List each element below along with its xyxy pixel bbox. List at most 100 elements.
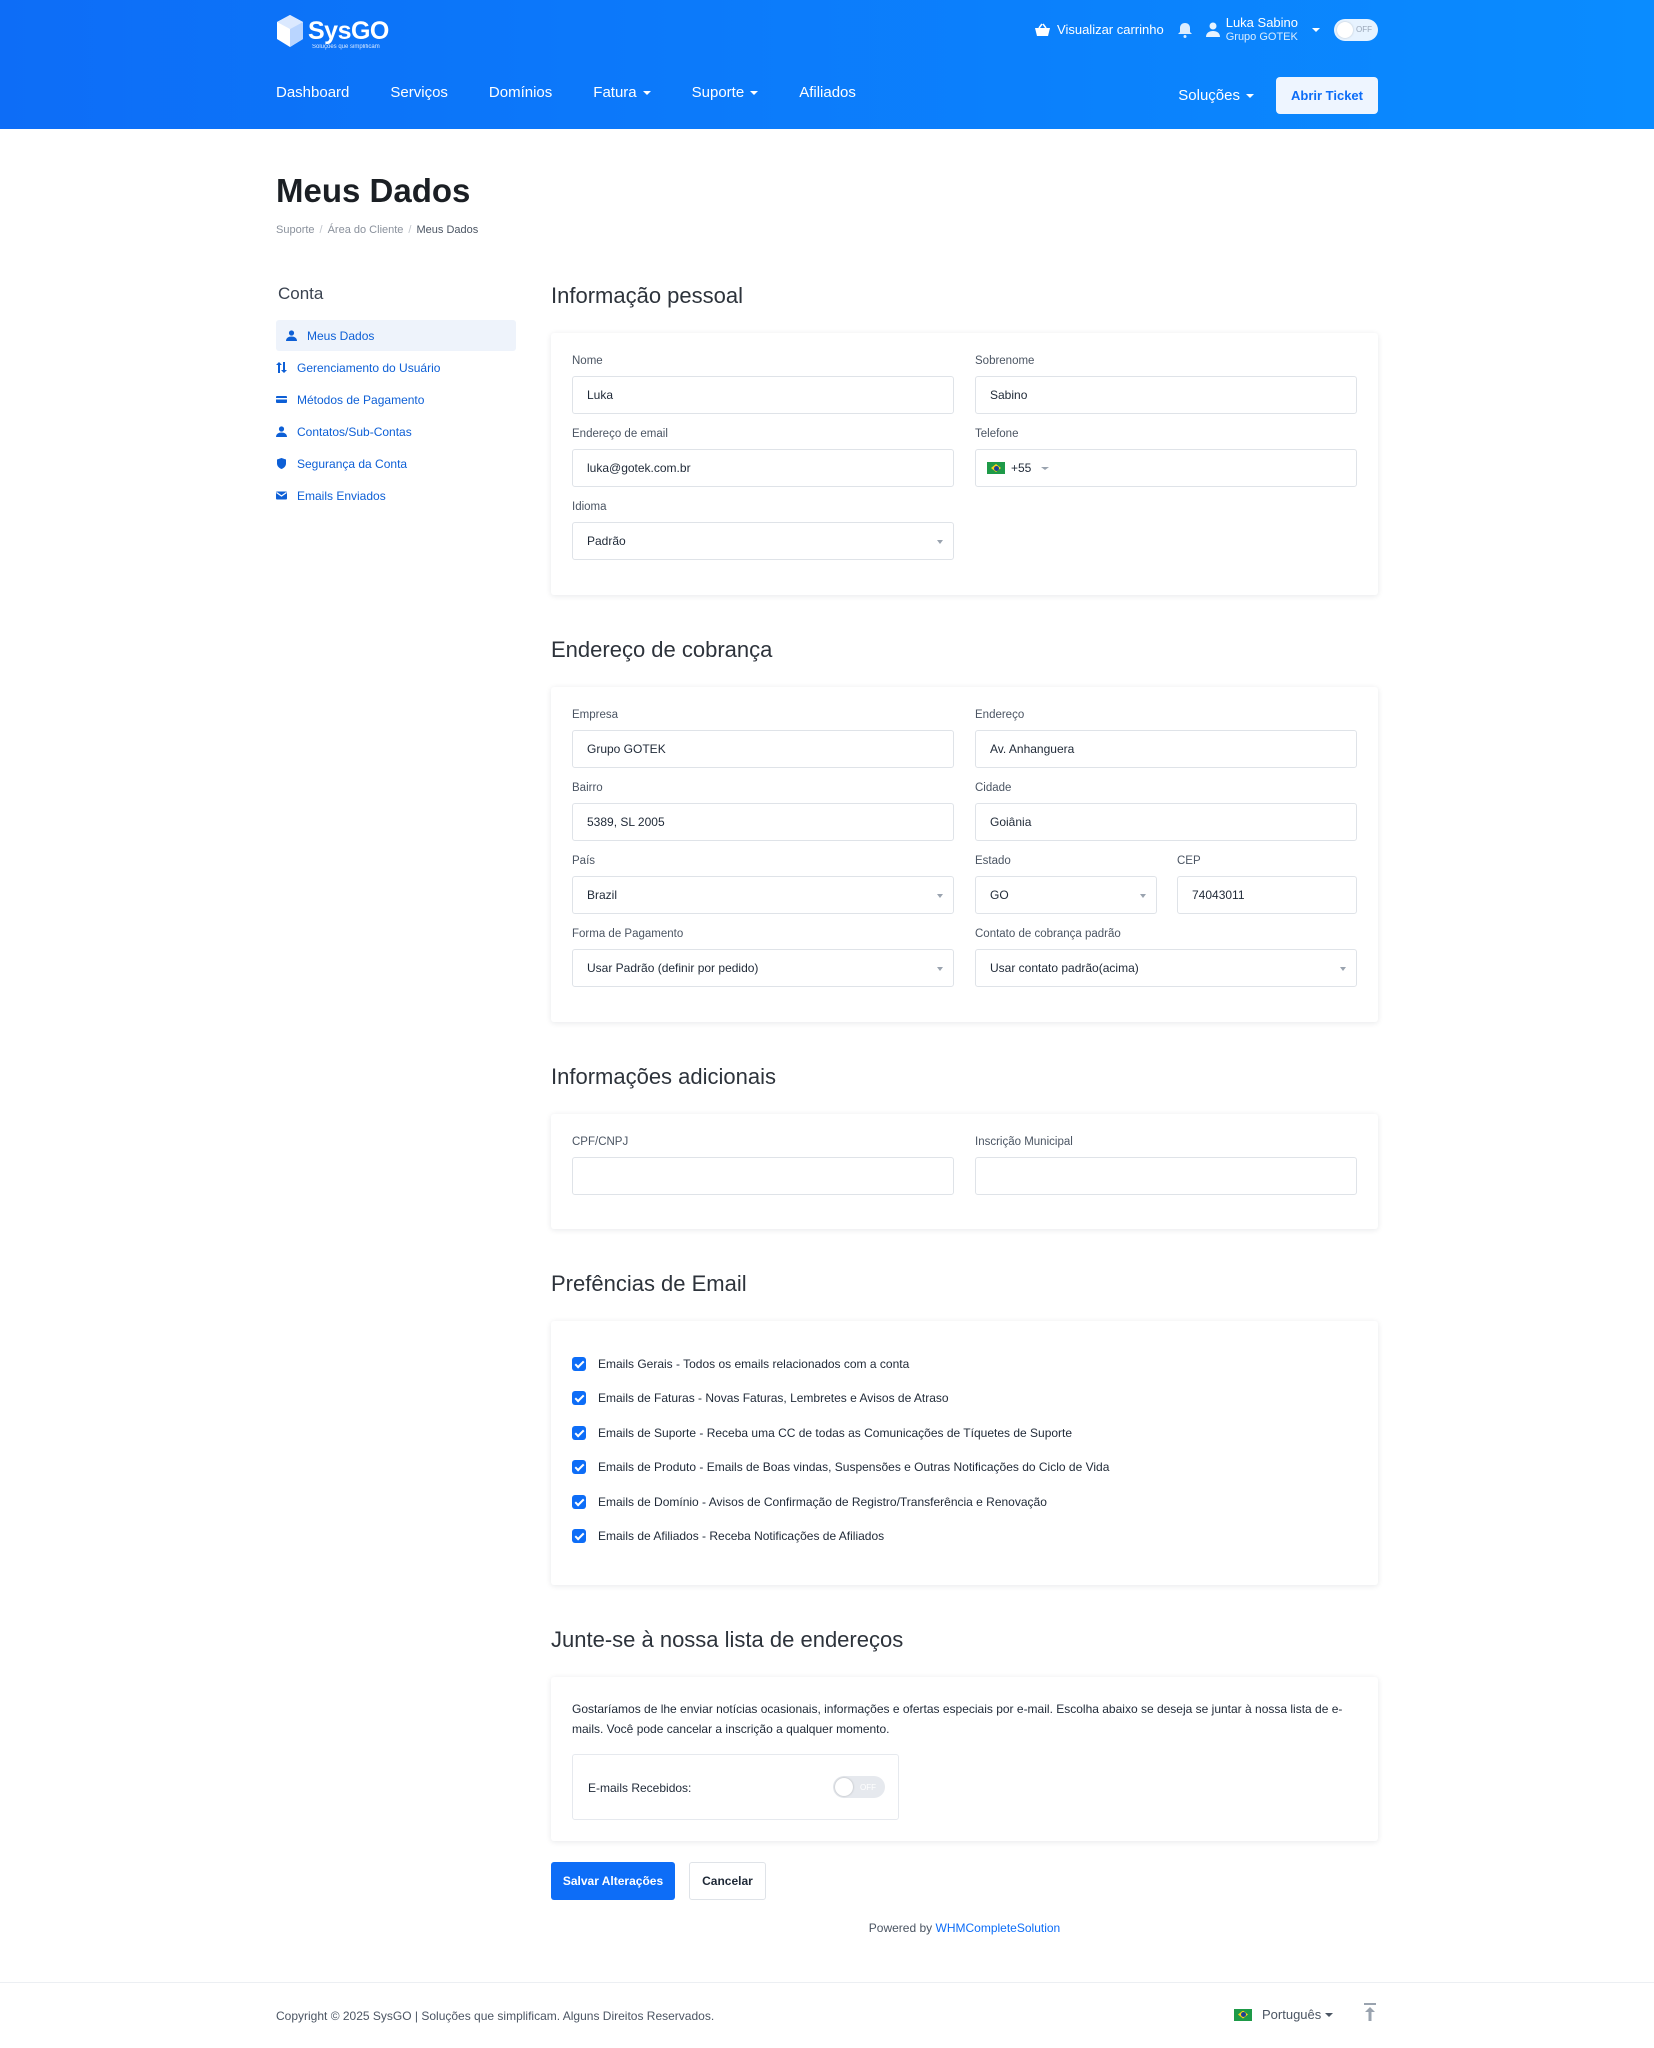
zip-label: CEP <box>1177 855 1201 867</box>
company-input[interactable]: Grupo GOTEK <box>572 730 954 768</box>
sidebar-item-user-management[interactable]: Gerenciamento do Usuário <box>276 352 516 383</box>
checkbox-checked[interactable] <box>572 1495 586 1509</box>
payment-method-select[interactable]: Usar Padrão (definir por pedido) <box>572 949 954 987</box>
nav-services[interactable]: Serviços <box>390 84 448 101</box>
email-pref-affiliates[interactable]: Emails de Afiliados - Receba Notificaçõe… <box>572 1529 884 1543</box>
municipal-registration-input[interactable] <box>975 1157 1357 1195</box>
user-icon <box>1205 22 1220 38</box>
country-field: País Brazil <box>572 855 954 914</box>
zip-input[interactable]: 74043011 <box>1177 876 1357 914</box>
envelope-icon <box>276 491 287 500</box>
city-input[interactable]: Goiânia <box>975 803 1357 841</box>
nav-billing[interactable]: Fatura <box>593 84 651 101</box>
chevron-down-icon <box>1312 27 1320 32</box>
bell-icon[interactable] <box>1177 22 1192 38</box>
back-to-top-icon[interactable] <box>1363 2003 1377 2021</box>
address-input[interactable]: Av. Anhanguera <box>975 730 1357 768</box>
sun-icon <box>1337 21 1353 38</box>
language-select[interactable]: Padrão <box>572 522 954 560</box>
sidebar-item-security[interactable]: Segurança da Conta <box>276 448 516 479</box>
language-selector-label: Português <box>1262 2007 1322 2022</box>
theme-toggle-label: OFF <box>1356 24 1372 34</box>
chevron-down-icon <box>937 540 943 544</box>
checkbox-checked[interactable] <box>572 1391 586 1405</box>
billing-address-title: Endereço de cobrança <box>551 637 773 662</box>
user-menu[interactable]: Luka Sabino Grupo GOTEK <box>1205 15 1320 44</box>
breadcrumb-support[interactable]: Suporte <box>276 224 315 236</box>
first-name-field: Nome Luka <box>572 355 954 414</box>
language-label: Idioma <box>572 501 607 513</box>
email-field: Endereço de email luka@gotek.com.br <box>572 428 954 487</box>
cube-logo-icon <box>277 15 303 47</box>
email-pref-support[interactable]: Emails de Suporte - Receba uma CC de tod… <box>572 1426 1072 1440</box>
sidebar-item-label: Gerenciamento do Usuário <box>297 360 441 375</box>
phone-input[interactable]: +55 <box>975 449 1357 487</box>
cpf-input[interactable] <box>572 1157 954 1195</box>
last-name-field: Sobrenome Sabino <box>975 355 1357 414</box>
breadcrumb-client-area[interactable]: Área do Cliente <box>328 224 404 236</box>
nav-domains[interactable]: Domínios <box>489 84 552 101</box>
nav-dashboard[interactable]: Dashboard <box>276 84 349 101</box>
nav-support[interactable]: Suporte <box>692 84 759 101</box>
sidebar-item-payment-methods[interactable]: Métodos de Pagamento <box>276 384 516 415</box>
email-pref-general[interactable]: Emails Gerais - Todos os emails relacion… <box>572 1357 909 1371</box>
phone-country-code[interactable]: +55 <box>1011 461 1031 475</box>
account-sidebar: Conta Meus Dados Gerenciamento do Usuári… <box>276 284 516 512</box>
language-selector[interactable]: Português <box>1234 2007 1334 2022</box>
user-name: Luka Sabino <box>1225 15 1298 30</box>
checkbox-checked[interactable] <box>572 1460 586 1474</box>
main-content: Informação pessoal Nome Luka Sobrenome S… <box>551 283 1378 1841</box>
breadcrumb-separator: / <box>319 224 323 236</box>
sidebar-item-my-data[interactable]: Meus Dados <box>276 320 516 351</box>
billing-contact-value: Usar contato padrão(acima) <box>990 961 1139 975</box>
country-label: País <box>572 855 596 867</box>
email-pref-label: Emails de Afiliados - Receba Notificaçõe… <box>598 1529 885 1543</box>
user-icon <box>276 426 287 437</box>
brazil-flag-icon <box>987 462 1005 474</box>
sidebar-item-label: Contatos/Sub-Contas <box>297 424 412 439</box>
email-pref-invoices[interactable]: Emails de Faturas - Novas Faturas, Lembr… <box>572 1391 949 1405</box>
whmcs-link[interactable]: WHMCompleteSolution <box>936 1921 1061 1935</box>
billing-contact-select[interactable]: Usar contato padrão(acima) <box>975 949 1357 987</box>
chevron-down-icon <box>642 90 651 95</box>
breadcrumb: Suporte / Área do Cliente / Meus Dados <box>276 224 478 236</box>
mailing-list-toggle[interactable]: OFF <box>833 1776 885 1798</box>
first-name-input[interactable]: Luka <box>572 376 954 414</box>
nav-label: Suporte <box>691 84 745 101</box>
checkbox-checked[interactable] <box>572 1426 586 1440</box>
cancel-button[interactable]: Cancelar <box>689 1862 766 1900</box>
copyright-text: Copyright © 2025 SysGO | Soluções que si… <box>276 2009 715 2023</box>
nav-affiliates[interactable]: Afiliados <box>799 84 856 101</box>
brand-logo[interactable]: SysGO Soluções que simplificam <box>276 14 389 50</box>
sidebar-item-contacts[interactable]: Contatos/Sub-Contas <box>276 416 516 447</box>
theme-toggle[interactable]: OFF <box>1334 18 1378 41</box>
powered-by-prefix: Powered by <box>868 1921 933 1935</box>
payment-method-value: Usar Padrão (definir por pedido) <box>587 961 759 975</box>
billing-address-card: Empresa Grupo GOTEK Endereço Av. Anhangu… <box>551 687 1378 1022</box>
state-select[interactable]: GO <box>975 876 1157 914</box>
country-select[interactable]: Brazil <box>572 876 954 914</box>
email-pref-label: Emails de Suporte - Receba uma CC de tod… <box>598 1426 1073 1440</box>
last-name-input[interactable]: Sabino <box>975 376 1357 414</box>
basket-icon <box>1035 23 1051 36</box>
save-changes-button[interactable]: Salvar Alterações <box>551 1862 675 1900</box>
brand-tagline: Soluções que simplificam <box>312 44 380 50</box>
mailing-list-title: Junte-se à nossa lista de endereços <box>551 1627 904 1652</box>
email-input[interactable]: luka@gotek.com.br <box>572 449 954 487</box>
nav-solutions[interactable]: Soluções <box>1178 87 1254 104</box>
payment-method-field: Forma de Pagamento Usar Padrão (definir … <box>572 928 954 987</box>
sidebar-item-emails-sent[interactable]: Emails Enviados <box>276 480 516 511</box>
open-ticket-button[interactable]: Abrir Ticket <box>1275 77 1378 114</box>
email-pref-label: Emails Gerais - Todos os emails relacion… <box>598 1357 910 1371</box>
chevron-down-icon <box>937 967 943 971</box>
checkbox-checked[interactable] <box>572 1357 586 1371</box>
last-name-label: Sobrenome <box>975 355 1035 367</box>
personal-info-card: Nome Luka Sobrenome Sabino Endereço de e… <box>551 333 1378 595</box>
email-pref-product[interactable]: Emails de Produto - Emails de Boas vinda… <box>572 1460 1109 1474</box>
email-pref-domain[interactable]: Emails de Domínio - Avisos de Confirmaçã… <box>572 1495 1047 1509</box>
checkbox-checked[interactable] <box>572 1529 586 1543</box>
email-preferences-card: Emails Gerais - Todos os emails relacion… <box>551 1321 1378 1585</box>
municipal-registration-field: Inscrição Municipal <box>975 1136 1357 1195</box>
view-cart-link[interactable]: Visualizar carrinho <box>1034 22 1164 37</box>
district-input[interactable]: 5389, SL 2005 <box>572 803 954 841</box>
